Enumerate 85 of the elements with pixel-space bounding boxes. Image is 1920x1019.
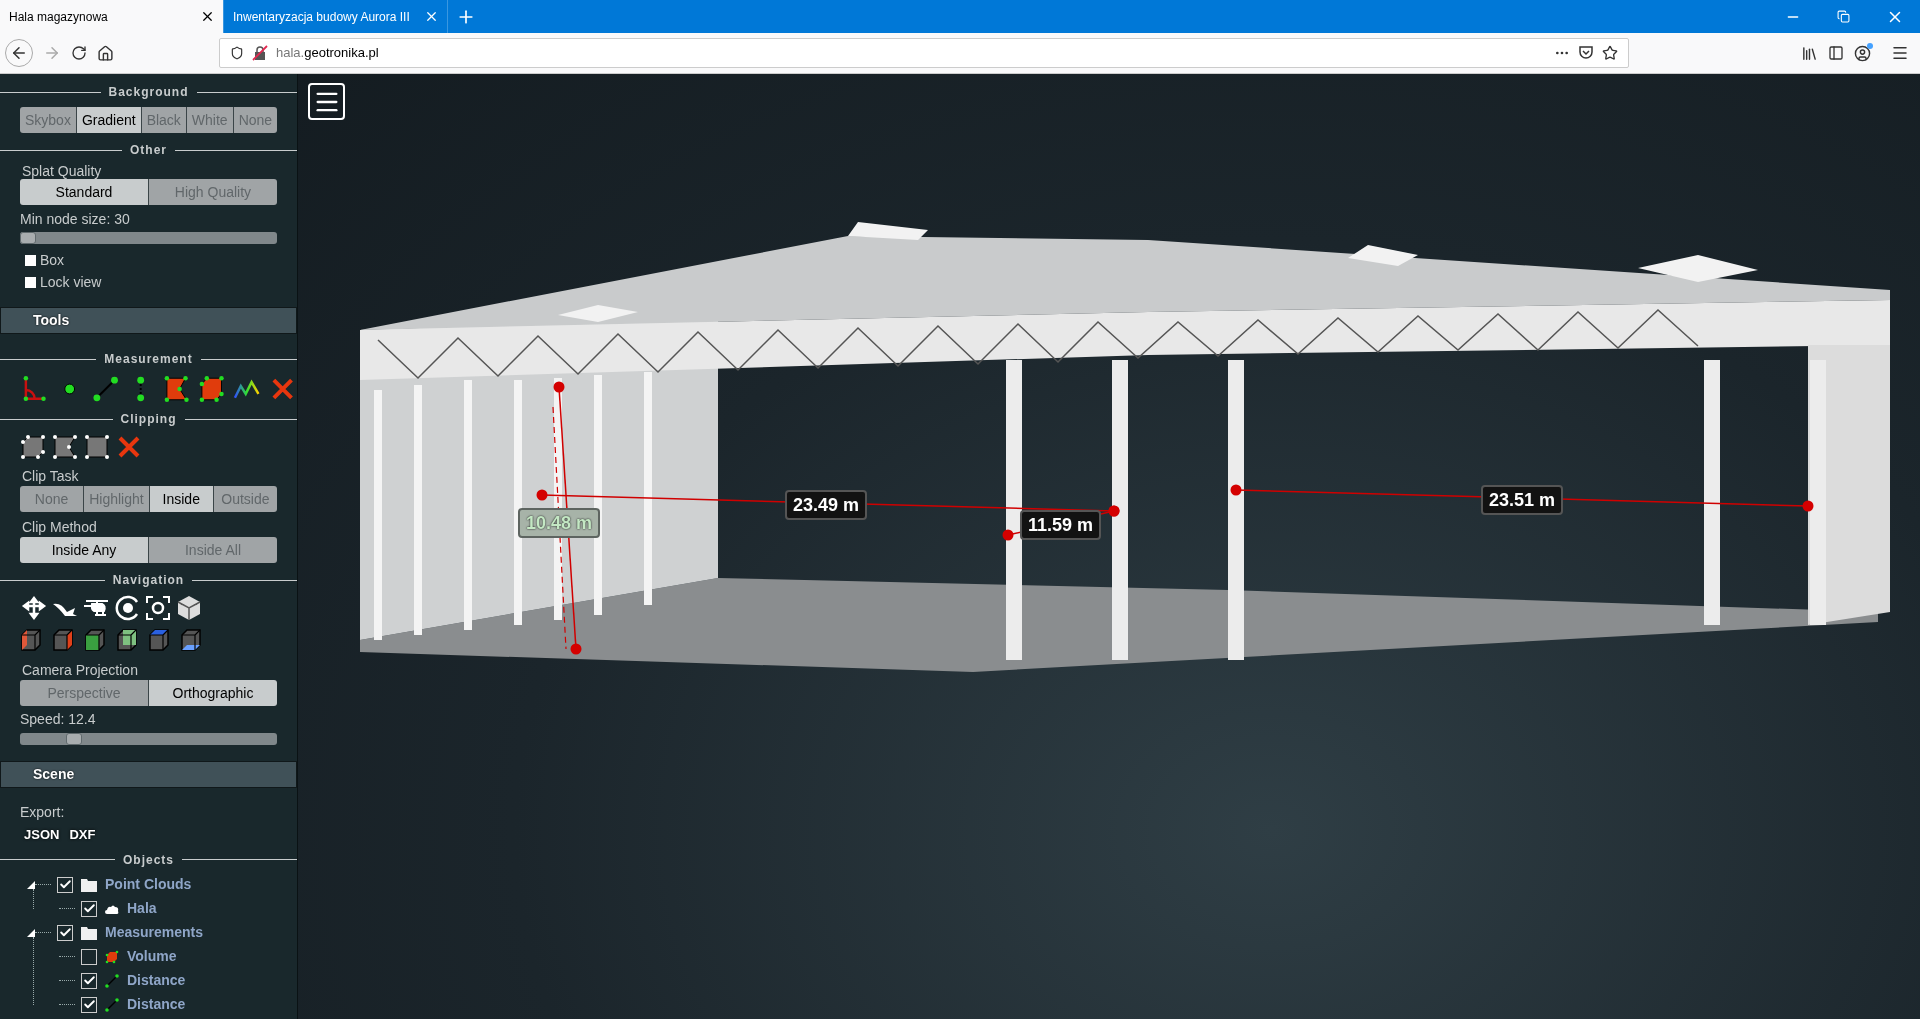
expand-triangle-icon[interactable]: [27, 880, 35, 889]
field-label: Camera Projection: [22, 662, 139, 678]
export-button[interactable]: DXF: [69, 825, 96, 845]
volume-icon: [105, 949, 119, 964]
sidebar-icon[interactable]: [1828, 45, 1844, 61]
checkbox[interactable]: [81, 996, 97, 1013]
left-view-cube-icon[interactable]: [20, 628, 42, 652]
checkbox[interactable]: [25, 277, 36, 288]
measurement-label: 23.49 m: [785, 490, 868, 520]
restore-icon[interactable]: [1837, 10, 1850, 23]
toggle-button[interactable]: Standard: [20, 179, 148, 205]
field-label: Clip Task: [22, 468, 80, 484]
distance-icon: [105, 997, 119, 1012]
slider-thumb[interactable]: [65, 733, 82, 745]
cube-icon[interactable]: [175, 594, 203, 622]
tree-item[interactable]: Point Clouds: [105, 874, 192, 895]
distance-icon: [105, 973, 119, 988]
tree-item[interactable]: Volume: [127, 946, 177, 967]
move-arrows-icon[interactable]: [20, 594, 48, 622]
shield-icon[interactable]: [230, 46, 244, 60]
checkbox[interactable]: [57, 924, 73, 941]
folder-icon: [81, 877, 97, 892]
tree-item[interactable]: Measurements: [105, 922, 204, 943]
checkbox[interactable]: [81, 972, 97, 989]
folder-icon: [81, 925, 97, 940]
toggle-button[interactable]: Orthographic: [148, 680, 277, 706]
toggle-button[interactable]: Inside Any: [20, 537, 148, 563]
focus-frame-icon[interactable]: [144, 594, 172, 622]
expand-triangle-icon[interactable]: [27, 928, 35, 937]
slider-track[interactable]: [20, 733, 277, 745]
panel-header[interactable]: Scene: [0, 761, 297, 788]
cloud-icon: [105, 903, 119, 914]
toggle-button[interactable]: Inside: [148, 486, 213, 512]
library-icon[interactable]: [1801, 44, 1818, 62]
measurement-label: 23.51 m: [1481, 485, 1564, 515]
toggle-button[interactable]: Gradient: [75, 107, 141, 133]
remove-icon[interactable]: [116, 434, 142, 460]
menu-button[interactable]: [308, 83, 345, 120]
checkbox[interactable]: [25, 255, 36, 266]
pocket-icon[interactable]: [1578, 45, 1594, 61]
export-button[interactable]: JSON: [24, 825, 60, 845]
tree-item[interactable]: Distance: [127, 970, 186, 991]
field-label: Clip Method: [22, 519, 98, 535]
field-label: Min node size: 30: [20, 211, 131, 227]
measurement-label: 10.48 m: [518, 508, 601, 538]
clip-plane-icon[interactable]: [84, 434, 110, 460]
clip-volume-icon[interactable]: [20, 434, 46, 460]
tree-item[interactable]: Distance: [127, 994, 186, 1015]
top-view-cube-icon[interactable]: [148, 628, 170, 652]
slider-thumb[interactable]: [20, 232, 36, 244]
checkbox[interactable]: [57, 876, 73, 893]
address-bar[interactable]: hala.geotronika.pl: [219, 38, 1629, 68]
home-icon[interactable]: [97, 44, 114, 62]
field-label: Speed: 12.4: [20, 711, 97, 727]
bottom-view-cube-icon[interactable]: [180, 628, 202, 652]
insecure-lock-icon[interactable]: [252, 45, 268, 61]
section-title: Other: [130, 142, 167, 159]
account-icon[interactable]: [1854, 44, 1871, 62]
checkbox[interactable]: [81, 948, 97, 965]
checkbox[interactable]: [81, 900, 97, 917]
checkbox-label: Box: [40, 252, 65, 269]
reload-icon[interactable]: [71, 45, 87, 61]
menu-icon[interactable]: [1891, 44, 1909, 62]
bookmark-star-icon[interactable]: [1602, 45, 1618, 61]
back-view-cube-icon[interactable]: [116, 628, 138, 652]
section-title: Objects: [123, 851, 174, 869]
front-view-cube-icon[interactable]: [84, 628, 106, 652]
section-title: Background: [108, 84, 189, 101]
tree-item[interactable]: Hala: [127, 898, 157, 919]
field-label: Export:: [20, 804, 66, 820]
right-view-cube-icon[interactable]: [52, 628, 74, 652]
browser-tab[interactable]: Hala magazynowa: [0, 0, 224, 33]
orbit-icon[interactable]: [113, 594, 141, 622]
url-text[interactable]: hala.geotronika.pl: [276, 43, 379, 63]
checkbox-label: Lock view: [40, 274, 102, 291]
section-title: Measurement: [104, 351, 193, 368]
panel-header[interactable]: Tools: [0, 307, 297, 334]
field-label: Splat Quality: [22, 163, 103, 179]
measurement-label: 11.59 m: [1020, 510, 1102, 540]
clip-polygon-icon[interactable]: [52, 434, 78, 460]
section-title: Clipping: [120, 411, 177, 428]
close-icon[interactable]: [200, 9, 215, 24]
slider-track[interactable]: [20, 232, 277, 244]
distance-icon[interactable]: [90, 374, 121, 404]
section-title: Navigation: [112, 572, 185, 589]
